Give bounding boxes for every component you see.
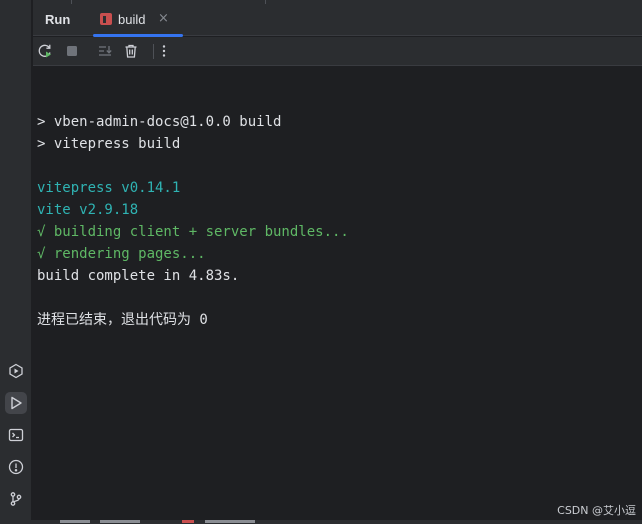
console-line: vite v2.9.18 — [37, 202, 139, 218]
console-line: build complete in 4.83s. — [37, 268, 240, 284]
more-vertical-icon[interactable] — [154, 41, 174, 61]
console-line: 进程已结束，退出代码为 0 — [37, 312, 208, 328]
console-line: √ rendering pages... — [37, 246, 206, 262]
run-icon[interactable] — [5, 392, 27, 414]
panel-title: Run — [45, 12, 71, 27]
console-line: vitepress v0.14.1 — [37, 180, 181, 196]
scroll-to-end-icon[interactable] — [95, 41, 115, 61]
tab-label: build — [118, 12, 146, 27]
trash-icon[interactable] — [121, 41, 141, 61]
watermark-text: CSDN @艾小逗 — [557, 504, 636, 517]
npm-icon — [100, 13, 112, 25]
rerun-icon[interactable] — [35, 41, 55, 61]
services-icon[interactable] — [5, 360, 27, 382]
console-line: > vben-admin-docs@1.0.0 build — [37, 114, 282, 130]
bottom-clipped-strip — [0, 520, 642, 524]
console-line: > vitepress build — [37, 136, 181, 152]
console-line: √ building client + server bundles... — [37, 224, 349, 240]
console-output[interactable]: > vben-admin-docs@1.0.0 build > vitepress… — [33, 67, 642, 507]
left-tool-strip — [0, 0, 32, 524]
close-icon[interactable]: × — [158, 11, 169, 26]
run-toolbar — [33, 37, 642, 66]
tab-build[interactable]: build × — [93, 4, 183, 37]
git-icon[interactable] — [5, 488, 27, 510]
problems-icon[interactable] — [5, 456, 27, 478]
run-tab-bar: Run build × — [33, 4, 642, 37]
console-lines: > vben-admin-docs@1.0.0 build > vitepress… — [37, 89, 349, 331]
terminal-icon[interactable] — [5, 424, 27, 446]
stop-icon[interactable] — [62, 41, 82, 61]
